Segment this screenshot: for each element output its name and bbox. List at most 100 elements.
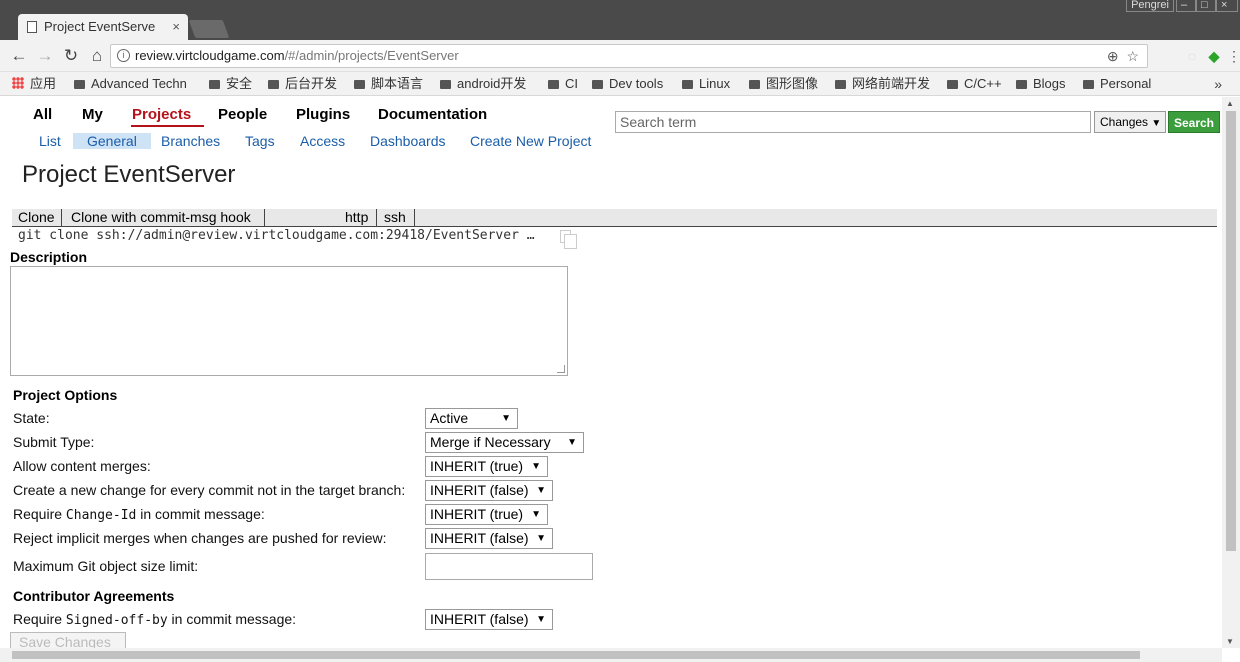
label-text: in commit message: — [167, 611, 297, 627]
menu-all[interactable]: All — [33, 106, 52, 123]
max-object-size-input[interactable] — [425, 553, 593, 580]
label-text: Require — [13, 506, 66, 522]
bookmark-item[interactable]: 脚本语言 — [354, 72, 423, 96]
submit-type-select[interactable]: Merge if Necessary ▼ — [425, 432, 584, 453]
page-title: Project EventServer — [22, 161, 236, 188]
tab-close-icon[interactable]: × — [172, 14, 180, 40]
bookmark-item[interactable]: 安全 — [209, 72, 252, 96]
chevron-down-icon: ▼ — [531, 509, 541, 520]
submenu-list[interactable]: List — [39, 133, 61, 149]
back-arrow-icon[interactable]: ← — [8, 45, 30, 67]
info-icon[interactable]: i — [117, 49, 130, 62]
submenu-access[interactable]: Access — [300, 133, 345, 149]
require-change-id-label: Require Change-Id in commit message: — [13, 506, 265, 523]
ublock-icon[interactable]: ◆ — [1206, 48, 1222, 64]
chevron-down-icon: ▼ — [567, 437, 577, 448]
contributor-agreements-heading: Contributor Agreements — [13, 588, 175, 604]
search-input[interactable]: Search term — [615, 111, 1091, 133]
scroll-up-icon[interactable]: ▲ — [1226, 99, 1234, 108]
folder-icon — [592, 80, 603, 89]
url-host: review.virtcloudgame.com — [135, 48, 285, 63]
submenu-dashboards[interactable]: Dashboards — [370, 133, 446, 149]
clone-tab[interactable]: Clone — [18, 209, 55, 226]
bookmark-item[interactable]: CI — [548, 72, 578, 96]
minimize-icon[interactable]: – — [1176, 0, 1196, 12]
folder-icon — [1083, 80, 1094, 89]
folder-icon — [209, 80, 220, 89]
chevron-down-icon: ▼ — [536, 533, 546, 544]
description-label: Description — [10, 249, 88, 265]
horizontal-scrollbar[interactable] — [0, 648, 1222, 662]
new-change-select[interactable]: INHERIT (false) ▼ — [425, 480, 553, 501]
bookmark-label: Personal — [1100, 76, 1152, 91]
submenu-general[interactable]: General — [73, 133, 151, 149]
bookmark-item[interactable]: Advanced Techn — [74, 72, 187, 96]
forward-arrow-icon[interactable]: → — [34, 45, 56, 67]
star-icon[interactable]: ☆ — [1126, 48, 1139, 64]
active-menu-underline — [131, 125, 204, 127]
menu-kebab-icon[interactable]: ⋮ — [1226, 48, 1240, 64]
browser-tab[interactable]: Project EventServe × — [18, 14, 188, 40]
profile-button[interactable]: Pengrei — [1126, 0, 1174, 12]
submenu-branches[interactable]: Branches — [161, 133, 220, 149]
bookmark-item[interactable]: android开发 — [440, 72, 526, 96]
menu-people[interactable]: People — [218, 106, 267, 123]
vertical-scrollbar[interactable]: ▲ ▼ — [1222, 97, 1240, 648]
bookmark-item[interactable]: 网络前端开发 — [835, 72, 930, 96]
bookmark-item[interactable]: 后台开发 — [268, 72, 337, 96]
home-icon[interactable]: ⌂ — [86, 45, 108, 67]
chevron-down-icon: ▼ — [1151, 118, 1162, 129]
horizontal-scroll-thumb[interactable] — [12, 651, 1140, 659]
state-select[interactable]: Active ▼ — [425, 408, 518, 429]
max-object-size-label: Maximum Git object size limit: — [13, 558, 199, 574]
divider — [61, 209, 62, 226]
search-button[interactable]: Search — [1168, 111, 1220, 133]
bookmark-label: 脚本语言 — [371, 76, 424, 91]
description-textarea[interactable] — [10, 266, 568, 376]
copy-icon[interactable] — [560, 230, 577, 249]
search-scope-select[interactable]: Changes ▼ — [1094, 111, 1166, 133]
menu-plugins[interactable]: Plugins — [296, 106, 350, 123]
menu-documentation[interactable]: Documentation — [378, 106, 487, 123]
bookmark-label: 图形图像 — [766, 76, 819, 91]
content-merges-value: INHERIT (true) — [430, 458, 524, 474]
bookmark-item[interactable]: C/C++ — [947, 72, 1002, 96]
zoom-icon[interactable]: ⊕ — [1107, 48, 1119, 64]
window-close-icon[interactable]: × — [1216, 0, 1238, 12]
submenu-tags[interactable]: Tags — [245, 133, 275, 149]
clone-with-hook-tab[interactable]: Clone with commit-msg hook — [71, 209, 251, 226]
browser-toolbar: ← → ↻ ⌂ i review.virtcloudgame.com/#/adm… — [0, 40, 1240, 72]
new-tab-button[interactable] — [188, 20, 230, 38]
reject-implicit-merges-value: INHERIT (false) — [430, 530, 529, 546]
ssh-tab[interactable]: ssh — [384, 209, 406, 226]
require-change-id-value: INHERIT (true) — [430, 506, 524, 522]
content-merges-select[interactable]: INHERIT (true) ▼ — [425, 456, 548, 477]
bookmark-label: CI — [565, 76, 578, 91]
extension-shield-icon[interactable]: ◌ — [1184, 48, 1200, 64]
http-tab[interactable]: http — [345, 209, 368, 226]
bookmark-item[interactable]: Linux — [682, 72, 730, 96]
menu-projects[interactable]: Projects — [132, 106, 191, 123]
maximize-icon[interactable]: □ — [1196, 0, 1216, 12]
reject-implicit-merges-select[interactable]: INHERIT (false) ▼ — [425, 528, 553, 549]
bookmark-label: 网络前端开发 — [852, 76, 931, 91]
bookmark-label: Linux — [699, 76, 731, 91]
bookmark-apps[interactable]: 应用 — [12, 72, 56, 96]
clone-command[interactable]: git clone ssh://admin@review.virtcloudga… — [18, 228, 535, 243]
vertical-scroll-thumb[interactable] — [1226, 111, 1236, 551]
menu-my[interactable]: My — [82, 106, 103, 123]
bookmark-item[interactable]: Blogs — [1016, 72, 1066, 96]
reload-icon[interactable]: ↻ — [60, 45, 82, 67]
signed-off-by-select[interactable]: INHERIT (false) ▼ — [425, 609, 553, 630]
submenu-create-project[interactable]: Create New Project — [470, 133, 591, 149]
resize-grip-icon[interactable] — [557, 365, 565, 373]
signed-off-by-label: Require Signed-off-by in commit message: — [13, 611, 296, 628]
bookmark-label: Blogs — [1033, 76, 1066, 91]
require-change-id-select[interactable]: INHERIT (true) ▼ — [425, 504, 548, 525]
bookmarks-overflow-button[interactable]: » — [1214, 72, 1222, 96]
bookmark-item[interactable]: Personal — [1083, 72, 1151, 96]
bookmark-item[interactable]: Dev tools — [592, 72, 663, 96]
address-bar[interactable]: i review.virtcloudgame.com/#/admin/proje… — [110, 44, 1148, 68]
scroll-down-icon[interactable]: ▼ — [1226, 637, 1234, 646]
bookmark-item[interactable]: 图形图像 — [749, 72, 818, 96]
